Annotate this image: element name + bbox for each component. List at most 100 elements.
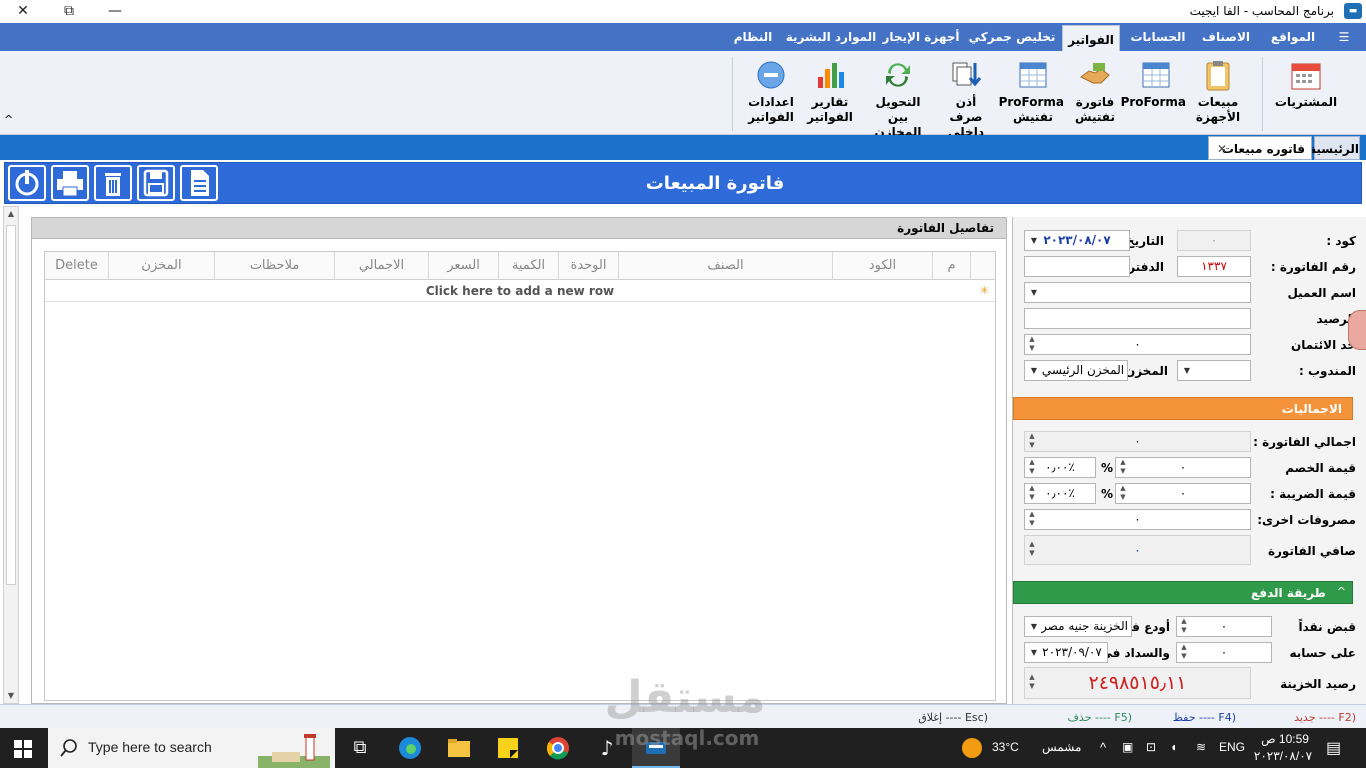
spinner-icon[interactable]: ▲ ▼: [1179, 643, 1189, 662]
invoice-number-field[interactable]: ١٣٣٧: [1177, 256, 1251, 277]
quick-access-menu-icon[interactable]: ☰: [1330, 23, 1358, 51]
volume-icon[interactable]: ◖: [1170, 740, 1177, 754]
date-picker[interactable]: ٢٠٢٣/٠٨/٠٧ ▼: [1024, 230, 1130, 251]
network-icon[interactable]: ⊡: [1146, 740, 1156, 754]
discount-value-field[interactable]: ٠ ▲ ▼: [1115, 457, 1251, 478]
invoice-items-grid[interactable]: م الكود الصنف الوحدة الكمية السعر الاجما…: [44, 251, 996, 701]
rep-select[interactable]: ▼: [1177, 360, 1251, 381]
chevron-down-icon[interactable]: ▼: [1180, 361, 1194, 380]
spinner-icon[interactable]: ▲ ▼: [1027, 335, 1037, 354]
grid-column-total[interactable]: الاجمالي: [335, 252, 429, 280]
grid-column-delete[interactable]: Delete: [45, 252, 109, 280]
grid-column-notes[interactable]: ملاحظات: [215, 252, 335, 280]
exit-button[interactable]: [8, 165, 46, 201]
spinner-icon[interactable]: ▲ ▼: [1027, 484, 1037, 503]
tab-home[interactable]: الرئيسية: [1309, 136, 1360, 160]
chevron-down-icon[interactable]: ▼: [1027, 283, 1041, 302]
grid-column-code[interactable]: الكود: [833, 252, 933, 280]
collapse-ribbon-icon[interactable]: ^: [4, 113, 13, 126]
store-transfer-button[interactable]: التحويل بين المخازن: [864, 55, 932, 139]
chrome-icon[interactable]: [546, 736, 570, 760]
tab-rental-devices[interactable]: أجهزة الإيجار: [880, 23, 962, 51]
cash-field[interactable]: ٠ ▲ ▼: [1176, 616, 1272, 637]
scroll-thumb[interactable]: [6, 225, 16, 585]
close-window-button[interactable]: ✕: [0, 0, 46, 23]
customer-select[interactable]: ▼: [1024, 282, 1251, 303]
device-sales-button[interactable]: مبيعات الأجهزة: [1192, 55, 1244, 131]
save-button[interactable]: [137, 165, 175, 201]
chevron-down-icon[interactable]: ▼: [1027, 231, 1041, 250]
sticky-notes-icon[interactable]: [496, 736, 520, 760]
wifi-icon[interactable]: ≋: [1196, 740, 1206, 754]
tab-accounts[interactable]: الحسابات: [1122, 23, 1194, 51]
store-transfer-label-1: التحويل بين: [875, 95, 921, 124]
grid-column-store[interactable]: المخزن: [109, 252, 215, 280]
invoice-settings-button[interactable]: اعدادات الفواتير: [744, 55, 798, 131]
purchases-button[interactable]: المشتريات: [1270, 55, 1342, 131]
vertical-scrollbar[interactable]: ▲ ▼: [3, 206, 19, 704]
tab-hr[interactable]: الموارد البشرية: [785, 23, 877, 51]
chevron-down-icon[interactable]: ▼: [1027, 617, 1041, 636]
weather-condition[interactable]: مشمس: [1042, 740, 1081, 754]
tab-sites[interactable]: المواقع: [1262, 23, 1324, 51]
proforma-button[interactable]: ProForma: [1121, 55, 1186, 131]
proforma-inspection-button[interactable]: ProForma تفتيش: [999, 55, 1064, 131]
maximize-window-button[interactable]: ⧉: [46, 0, 92, 23]
edge-browser-icon[interactable]: [398, 736, 422, 760]
input-language[interactable]: ENG: [1219, 740, 1245, 754]
discount-percent-field[interactable]: ٠٫٠٠٪ ▲ ▼: [1024, 457, 1096, 478]
credit-limit-field[interactable]: ٠ ▲ ▼: [1024, 334, 1251, 355]
store-select[interactable]: المخزن الرئيسي ▼: [1024, 360, 1128, 381]
windows-start-icon[interactable]: [14, 740, 32, 761]
ledger-field[interactable]: [1024, 256, 1130, 277]
chevron-down-icon[interactable]: ▼: [1027, 361, 1041, 380]
collapse-chevron-icon[interactable]: ^: [1337, 585, 1346, 598]
invoice-reports-button[interactable]: تقارير الفواتير: [802, 55, 858, 131]
balance-field[interactable]: [1024, 308, 1251, 329]
grid-column-unit[interactable]: الوحدة: [559, 252, 619, 280]
scroll-down-icon[interactable]: ▼: [4, 689, 18, 703]
tax-value-field[interactable]: ٠ ▲ ▼: [1115, 483, 1251, 504]
temperature[interactable]: 33°C: [992, 740, 1019, 754]
chevron-down-icon[interactable]: ▼: [1027, 643, 1041, 662]
new-document-button[interactable]: [180, 165, 218, 201]
grid-column-quantity[interactable]: الكمية: [499, 252, 559, 280]
camera-icon[interactable]: ▣: [1122, 740, 1133, 754]
internal-issue-button[interactable]: أذن صرف داخلي: [938, 55, 994, 139]
tab-items[interactable]: الاصناف: [1195, 23, 1257, 51]
add-new-row[interactable]: Click here to add a new row ✳: [45, 280, 995, 302]
spinner-icon[interactable]: ▲ ▼: [1118, 484, 1128, 503]
spinner-icon[interactable]: ▲ ▼: [1027, 510, 1037, 529]
weather-sun-icon[interactable]: [962, 738, 982, 758]
code-field[interactable]: ٠: [1177, 230, 1251, 251]
notifications-icon[interactable]: ▤: [1326, 738, 1341, 758]
tab-sales-invoice[interactable]: فاتوره مبيعات ✕: [1208, 136, 1312, 160]
tab-invoices[interactable]: الفواتير: [1062, 25, 1120, 51]
deposit-select[interactable]: الخزينة جنيه مصري ▼: [1024, 616, 1132, 637]
taskbar-search-box[interactable]: Type here to search: [48, 728, 335, 768]
spinner-icon[interactable]: ▲ ▼: [1179, 617, 1189, 636]
file-explorer-icon[interactable]: [447, 736, 471, 760]
tax-percent-field[interactable]: ٠٫٠٠٪ ▲ ▼: [1024, 483, 1096, 504]
clock-time[interactable]: 10:59 ص: [1256, 732, 1314, 746]
clock-date[interactable]: ٢٠٢٣/٠٨/٠٧: [1252, 749, 1314, 763]
grid-column-item[interactable]: الصنف: [619, 252, 833, 280]
inspection-invoice-button[interactable]: فاتورة تفتيش: [1070, 55, 1120, 131]
side-handle[interactable]: [1348, 310, 1366, 350]
print-button[interactable]: [51, 165, 89, 201]
on-account-field[interactable]: ٠ ▲ ▼: [1176, 642, 1272, 663]
other-expenses-field[interactable]: ٠ ▲ ▼: [1024, 509, 1251, 530]
grid-column-price[interactable]: السعر: [429, 252, 499, 280]
close-tab-icon[interactable]: ✕: [1217, 137, 1227, 161]
grid-column-index[interactable]: م: [933, 252, 971, 280]
spinner-icon[interactable]: ▲ ▼: [1027, 458, 1037, 477]
tab-system[interactable]: النظام: [730, 23, 776, 51]
task-view-icon[interactable]: ⧉: [348, 736, 372, 760]
delete-button[interactable]: [94, 165, 132, 201]
scroll-up-icon[interactable]: ▲: [4, 207, 18, 221]
minimize-window-button[interactable]: —: [92, 0, 138, 23]
show-hidden-icons-chevron-icon[interactable]: ^: [1100, 740, 1106, 755]
tab-customs[interactable]: تخليص جمركي: [965, 23, 1059, 51]
due-date-picker[interactable]: ٢٠٢٣/٠٩/٠٧ ▼: [1024, 642, 1108, 663]
spinner-icon[interactable]: ▲ ▼: [1118, 458, 1128, 477]
